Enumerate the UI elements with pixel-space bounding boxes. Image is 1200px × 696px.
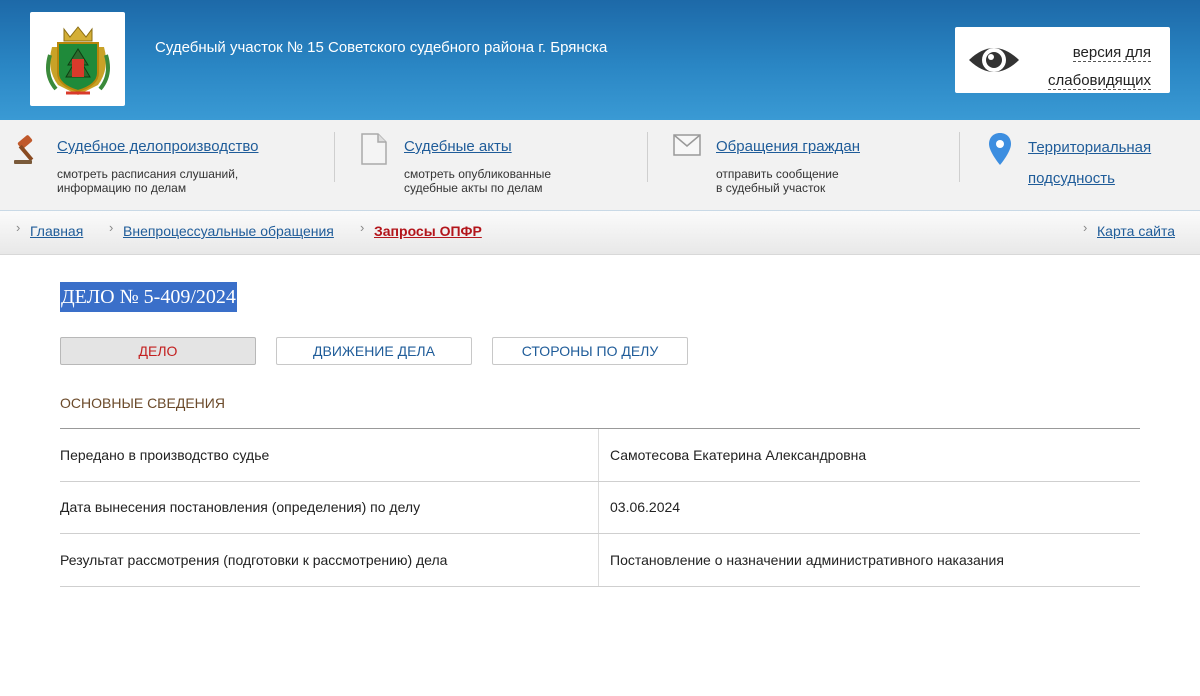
- envelope-icon: [673, 134, 701, 156]
- feature-court-proceedings-desc: смотреть расписания слушаний, информацию …: [57, 167, 239, 195]
- row-value: 03.06.2024: [610, 499, 681, 516]
- visually-impaired-version-button[interactable]: версия для слабовидящих: [955, 27, 1170, 93]
- case-info-table: Передано в производство судье Самотесова…: [60, 428, 1140, 587]
- coat-of-arms-logo[interactable]: [30, 12, 125, 106]
- tab-case[interactable]: ДЕЛО: [60, 337, 256, 365]
- feature-divider: [647, 132, 648, 182]
- chevron-right-icon: ›: [360, 220, 365, 235]
- site-title: Судебный участок № 15 Советского судебно…: [155, 39, 608, 56]
- visually-impaired-version-label[interactable]: версия для слабовидящих: [1031, 39, 1151, 95]
- tab-case-movement[interactable]: ДВИЖЕНИЕ ДЕЛА: [276, 337, 472, 365]
- chevron-right-icon: ›: [1083, 220, 1088, 235]
- feature-court-proceedings[interactable]: Судебное делопроизводство смотреть распи…: [12, 120, 332, 211]
- features-bar: Судебное делопроизводство смотреть распи…: [0, 120, 1200, 211]
- chevron-right-icon: ›: [16, 220, 21, 235]
- feature-court-acts-desc: смотреть опубликованные судебные акты по …: [404, 167, 552, 195]
- breadcrumb: › Главная › Внепроцессуальные обращения …: [0, 211, 1200, 255]
- feature-divider: [334, 132, 335, 182]
- feature-citizen-appeals[interactable]: Обращения граждан отправить сообщение в с…: [673, 120, 953, 211]
- feature-court-acts[interactable]: Судебные акты смотреть опубликованные суд…: [360, 120, 640, 211]
- row-label: Дата вынесения постановления (определени…: [60, 481, 599, 533]
- section-heading: ОСНОВНЫЕ СВЕДЕНИЯ: [60, 395, 225, 411]
- eye-icon: [969, 48, 1019, 72]
- feature-citizen-appeals-link[interactable]: Обращения граждан: [716, 138, 860, 155]
- site-header: Судебный участок № 15 Советского судебно…: [0, 0, 1200, 120]
- breadcrumb-opfr-requests[interactable]: Запросы ОПФР: [374, 223, 482, 239]
- feature-divider: [959, 132, 960, 182]
- case-title: ДЕЛО № 5-409/2024: [60, 282, 237, 312]
- document-icon: [361, 133, 387, 165]
- breadcrumb-home[interactable]: Главная: [30, 223, 83, 239]
- map-pin-icon: [989, 133, 1011, 165]
- sitemap-link[interactable]: Карта сайта: [1097, 223, 1175, 239]
- gavel-icon: [14, 135, 34, 164]
- chevron-right-icon: ›: [109, 220, 114, 235]
- feature-territorial-jurisdiction[interactable]: Территориальная подсудность: [988, 120, 1188, 211]
- feature-citizen-appeals-desc: отправить сообщение в судебный участок: [716, 167, 839, 195]
- feature-court-acts-link[interactable]: Судебные акты: [404, 138, 512, 155]
- coat-of-arms-icon: [45, 26, 110, 95]
- feature-territorial-jurisdiction-link[interactable]: Территориальная подсудность: [1028, 132, 1151, 194]
- breadcrumb-nonprocedural-appeals[interactable]: Внепроцессуальные обращения: [123, 223, 334, 239]
- feature-court-proceedings-link[interactable]: Судебное делопроизводство: [57, 138, 259, 155]
- table-row: Результат рассмотрения (подготовки к рас…: [60, 534, 1140, 587]
- table-row: Дата вынесения постановления (определени…: [60, 481, 1140, 534]
- table-row: Передано в производство судье Самотесова…: [60, 429, 1140, 482]
- row-value: Самотесова Екатерина Александровна: [610, 446, 867, 463]
- row-label: Результат рассмотрения (подготовки к рас…: [60, 534, 599, 586]
- row-label: Передано в производство судье: [60, 429, 599, 481]
- tab-case-parties[interactable]: СТОРОНЫ ПО ДЕЛУ: [492, 337, 688, 365]
- row-value: Постановление о назначении административ…: [610, 551, 1004, 568]
